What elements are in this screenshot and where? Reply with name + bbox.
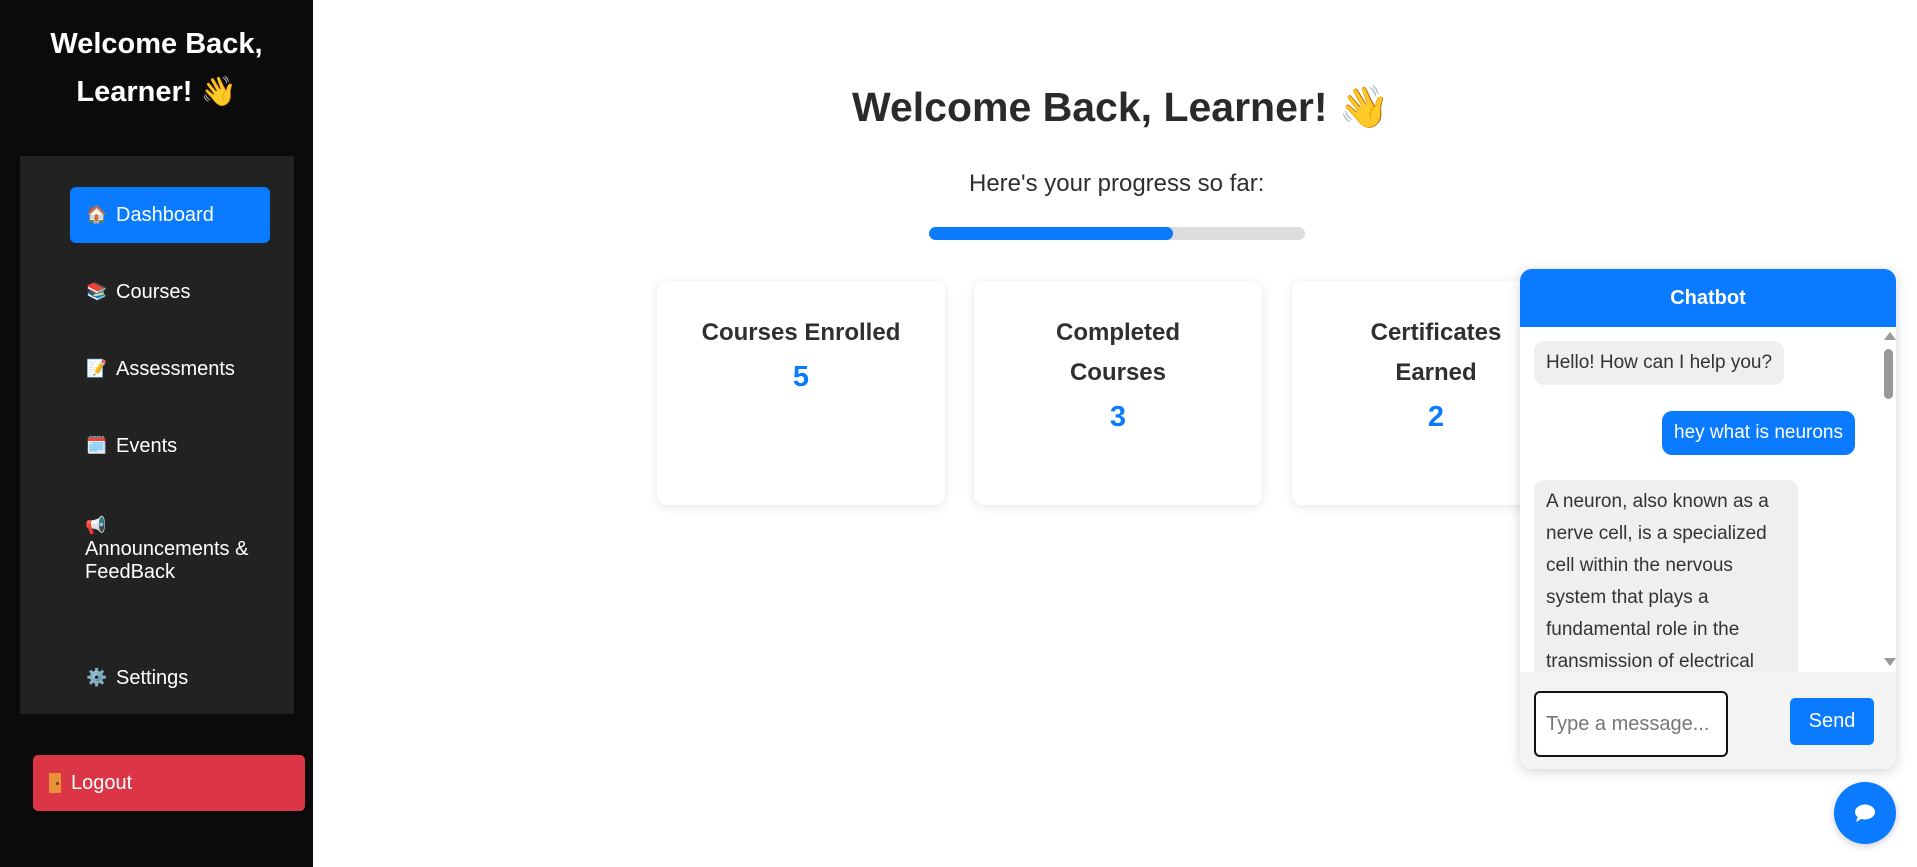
chatbot-footer: Send <box>1520 672 1896 769</box>
chat-message-user: hey what is neurons <box>1662 411 1855 455</box>
chat-message-input[interactable] <box>1534 691 1728 757</box>
gear-icon: ⚙️ <box>86 668 108 687</box>
sidebar-title-line1: Welcome Back, <box>50 28 263 60</box>
stat-card-completed-courses: Completed Courses 3 <box>974 281 1262 505</box>
chatbot-window: Chatbot Hello! How can I help you? hey w… <box>1520 269 1896 769</box>
stat-card-title: Completed Courses <box>1055 319 1180 386</box>
sidebar-item-dashboard[interactable]: 🏠 Dashboard <box>70 187 270 243</box>
page-subtitle: Here's your progress so far: <box>969 170 1265 197</box>
scroll-up-arrow-icon[interactable] <box>1884 332 1896 340</box>
send-button[interactable]: Send <box>1790 698 1874 745</box>
calendar-icon: 🗓️ <box>86 436 108 455</box>
sidebar-item-label-line1: Announcements & <box>85 538 249 560</box>
sidebar-title: Welcome Back, Learner! 👋 <box>0 20 313 116</box>
chat-toggle-button[interactable] <box>1834 782 1896 844</box>
sidebar-item-label-line2: FeedBack <box>85 561 176 583</box>
sidebar: Welcome Back, Learner! 👋 🏠 Dashboard 📚 C… <box>0 0 313 867</box>
sidebar-title-line2: Learner! 👋 <box>76 76 237 108</box>
sidebar-item-label: Events <box>116 434 178 457</box>
scroll-down-arrow-icon[interactable] <box>1884 658 1896 666</box>
megaphone-icon: 📢 <box>85 516 107 535</box>
sidebar-item-courses[interactable]: 📚 Courses <box>70 264 270 320</box>
stat-card-title: Courses Enrolled <box>701 319 901 346</box>
chat-message-bot: Hello! How can I help you? <box>1534 341 1785 385</box>
page-title: Welcome Back, Learner! 👋 <box>852 84 1390 130</box>
chat-message-bot: A neuron, also known as a nerve cell, is… <box>1534 480 1798 672</box>
sidebar-item-label: Dashboard <box>116 203 214 226</box>
stat-card-value: 5 <box>792 361 810 393</box>
scroll-thumb[interactable] <box>1884 349 1893 399</box>
house-icon: 🏠 <box>86 205 108 224</box>
nav-panel: 🏠 Dashboard 📚 Courses 📝 Assessments 🗓️ E… <box>20 156 294 714</box>
door-icon <box>49 773 61 793</box>
stat-card-courses-enrolled: Courses Enrolled 5 <box>657 281 945 505</box>
logout-button[interactable]: Logout <box>33 755 305 811</box>
chat-bubble-icon <box>1855 804 1875 822</box>
sidebar-item-events[interactable]: 🗓️ Events <box>70 418 270 474</box>
sidebar-item-label: Assessments <box>116 357 235 380</box>
logout-label: Logout <box>71 771 133 794</box>
sidebar-item-announcements[interactable]: 📢 Announcements & FeedBack <box>85 514 285 584</box>
sidebar-item-label: Courses <box>116 280 191 303</box>
stat-card-value: 3 <box>1109 401 1127 433</box>
progress-bar-fill <box>929 227 1174 240</box>
sidebar-item-label: Settings <box>116 666 189 689</box>
chatbot-header: Chatbot <box>1520 269 1896 327</box>
sidebar-item-assessments[interactable]: 📝 Assessments <box>70 341 270 397</box>
books-icon: 📚 <box>86 282 108 301</box>
memo-icon: 📝 <box>86 359 108 378</box>
chat-scrollbar[interactable] <box>1882 329 1896 669</box>
progress-bar <box>929 227 1305 240</box>
sidebar-item-settings[interactable]: ⚙️ Settings <box>70 650 270 706</box>
chatbot-messages[interactable]: Hello! How can I help you? hey what is n… <box>1520 327 1896 672</box>
